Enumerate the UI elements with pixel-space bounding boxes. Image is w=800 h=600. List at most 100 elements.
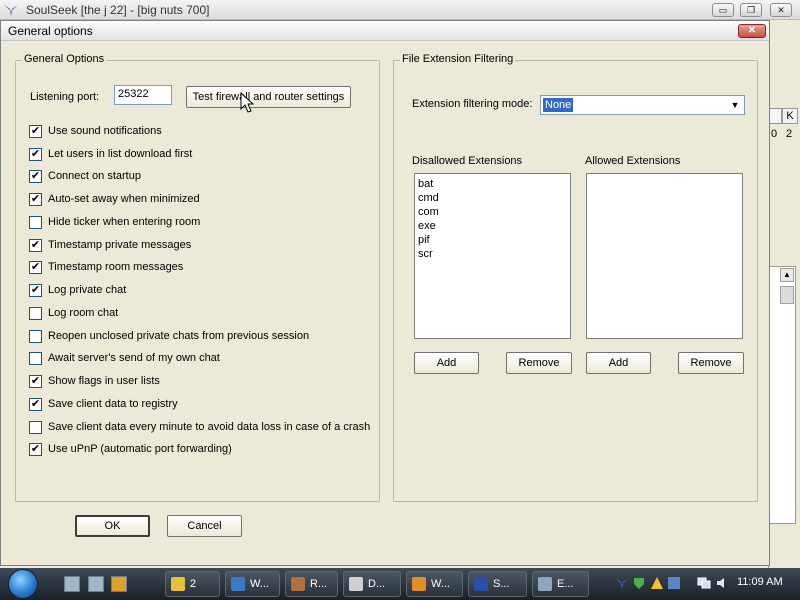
checkbox-label[interactable]: Auto-set away when minimized	[48, 193, 200, 205]
volume-icon[interactable]	[716, 576, 730, 590]
scrollbar-thumb[interactable]	[780, 286, 794, 304]
checkbox-label[interactable]: Save client data to registry	[48, 398, 178, 410]
soulseek-bird-icon	[4, 5, 18, 16]
cancel-button[interactable]: Cancel	[167, 515, 242, 537]
maximize-button[interactable]: ❐	[740, 3, 762, 17]
network-connection-icon[interactable]	[697, 576, 711, 590]
checkbox-label[interactable]: Connect on startup	[48, 170, 141, 182]
scroll-up-icon[interactable]: ▲	[780, 268, 794, 282]
media-player-icon[interactable]	[111, 576, 127, 592]
checkbox-label[interactable]: Reopen unclosed private chats from previ…	[48, 330, 309, 342]
disallowed-extensions-list[interactable]: bat cmd com exe pif scr	[414, 173, 571, 339]
show-desktop-icon[interactable]	[64, 576, 80, 592]
checkbox-label[interactable]: Log room chat	[48, 307, 118, 319]
group-label: General Options	[22, 53, 107, 65]
background-column-header[interactable]: K	[782, 108, 798, 124]
app-icon	[291, 577, 305, 591]
checkbox-label[interactable]: Let users in list download first	[48, 148, 192, 160]
remove-disallowed-button[interactable]: Remove	[506, 352, 572, 374]
taskbar-button[interactable]: S...	[468, 571, 527, 597]
ok-button[interactable]: OK	[75, 515, 150, 537]
network-tray-icon[interactable]	[615, 576, 629, 590]
checkbox-label[interactable]: Timestamp private messages	[48, 239, 191, 251]
checkbox[interactable]	[29, 216, 42, 229]
checkbox-label[interactable]: Hide ticker when entering room	[48, 216, 200, 228]
checkbox-label[interactable]: Save client data every minute to avoid d…	[48, 421, 370, 433]
app-icon	[231, 577, 245, 591]
start-button[interactable]	[8, 569, 38, 599]
list-item[interactable]: bat	[418, 177, 567, 191]
dialog-title: General options	[8, 24, 93, 38]
allowed-extensions-list[interactable]	[586, 173, 743, 339]
checkbox[interactable]: ✔	[29, 284, 42, 297]
checkbox-label[interactable]: Await server's send of my own chat	[48, 352, 220, 364]
checkbox[interactable]: ✔	[29, 125, 42, 138]
app-icon	[171, 577, 185, 591]
listening-port-label: Listening port:	[30, 91, 100, 103]
background-panel	[768, 266, 796, 524]
checkbox[interactable]: ✔	[29, 261, 42, 274]
app-icon	[474, 577, 488, 591]
checkbox[interactable]: ✔	[29, 398, 42, 411]
checkbox[interactable]: ✔	[29, 148, 42, 161]
listening-port-input[interactable]: 25322	[114, 85, 172, 105]
app-title: SoulSeek [the j 22] - [big nuts 700]	[26, 3, 210, 17]
taskbar-button-label: E...	[557, 578, 574, 590]
app-icon	[538, 577, 552, 591]
app-icon	[349, 577, 363, 591]
checkbox[interactable]	[29, 421, 42, 434]
taskbar-button-label: D...	[368, 578, 386, 590]
minimize-button[interactable]: ▭	[712, 3, 734, 17]
checkbox-label[interactable]: Log private chat	[48, 284, 126, 296]
app-titlebar: SoulSeek [the j 22] - [big nuts 700] ▭ ❐…	[0, 0, 800, 20]
app-close-button[interactable]: ✕	[770, 3, 792, 17]
list-item[interactable]: scr	[418, 247, 567, 261]
checkbox[interactable]: ✔	[29, 193, 42, 206]
security-tray-icon[interactable]	[632, 576, 646, 590]
add-allowed-button[interactable]: Add	[586, 352, 651, 374]
test-firewall-button[interactable]: Test firewall and router settings	[186, 86, 351, 108]
app-icon	[412, 577, 426, 591]
warning-tray-icon[interactable]	[650, 576, 664, 590]
remove-allowed-button[interactable]: Remove	[678, 352, 744, 374]
checkbox[interactable]: ✔	[29, 170, 42, 183]
flag-tray-icon[interactable]	[667, 576, 681, 590]
filtering-mode-select[interactable]: None ▼	[540, 95, 745, 115]
taskbar-button[interactable]: W...	[406, 571, 463, 597]
disallowed-extensions-label: Disallowed Extensions	[412, 155, 523, 167]
group-label: File Extension Filtering	[400, 53, 516, 65]
chevron-down-icon[interactable]: ▼	[727, 97, 743, 113]
checkbox-label[interactable]: Use sound notifications	[48, 125, 162, 137]
taskbar-button[interactable]: W...	[225, 571, 280, 597]
checkbox-label[interactable]: Timestamp room messages	[48, 261, 183, 273]
checkbox[interactable]	[29, 307, 42, 320]
taskbar-button-label: 2	[190, 578, 197, 590]
checkbox[interactable]	[29, 352, 42, 365]
list-item[interactable]: exe	[418, 219, 567, 233]
filtering-mode-label: Extension filtering mode:	[412, 98, 533, 110]
clock[interactable]: 11:09 AM	[737, 576, 783, 588]
taskbar: 2 W... R... D... W... S... E... 11:09 AM	[0, 568, 800, 600]
taskbar-button-label: W...	[431, 578, 450, 590]
checkbox-label[interactable]: Show flags in user lists	[48, 375, 160, 387]
checkbox[interactable]	[29, 330, 42, 343]
taskbar-button[interactable]: D...	[343, 571, 401, 597]
mouse-cursor-icon	[240, 92, 255, 113]
add-disallowed-button[interactable]: Add	[414, 352, 479, 374]
list-item[interactable]: cmd	[418, 191, 567, 205]
filtering-mode-value: None	[543, 98, 574, 112]
switch-windows-icon[interactable]	[88, 576, 104, 592]
list-item[interactable]: pif	[418, 233, 567, 247]
taskbar-button-label: R...	[310, 578, 328, 590]
taskbar-button[interactable]: 2	[165, 571, 220, 597]
background-column-header[interactable]	[768, 108, 782, 124]
checkbox[interactable]: ✔	[29, 239, 42, 252]
checkbox[interactable]: ✔	[29, 375, 42, 388]
taskbar-button[interactable]: E...	[532, 571, 589, 597]
list-item[interactable]: com	[418, 205, 567, 219]
dialog-close-button[interactable]: ✕	[738, 24, 766, 38]
checkbox-label[interactable]: Use uPnP (automatic port forwarding)	[48, 443, 232, 455]
taskbar-button[interactable]: R...	[285, 571, 338, 597]
background-cell: 0	[771, 128, 778, 140]
checkbox[interactable]: ✔	[29, 443, 42, 456]
